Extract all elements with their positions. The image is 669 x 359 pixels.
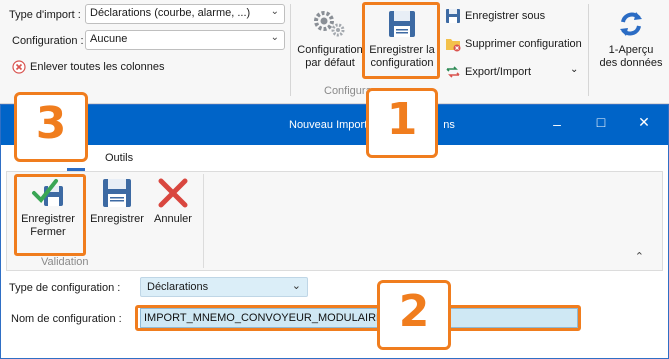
dialog-tabs: Outils	[1, 145, 668, 171]
preview-label-2: des données	[599, 57, 663, 69]
save-as-button[interactable]: Enregistrer sous	[445, 8, 545, 24]
callout-1: 1	[366, 88, 438, 158]
highlight-config-name	[135, 305, 581, 331]
divider	[588, 4, 589, 96]
cancel-x-icon	[158, 178, 188, 208]
dialog-ribbon: Enregistrer Fermer Enregistrer Annuler V…	[6, 171, 663, 271]
save-as-label: Enregistrer sous	[465, 10, 546, 22]
import-type-select[interactable]: Déclarations (courbe, alarme, ...) ⌄	[85, 4, 285, 24]
close-icon[interactable]: ✕	[635, 114, 653, 131]
highlight-save-close	[14, 174, 86, 256]
default-config-label-1: Configuration	[297, 44, 363, 56]
folder-delete-icon	[446, 39, 461, 52]
floppy-disk-icon	[103, 179, 131, 207]
config-name-label: Nom de configuration :	[11, 313, 122, 325]
import-type-value: Déclarations (courbe, alarme, ...)	[90, 7, 251, 19]
refresh-icon	[620, 12, 642, 36]
default-config-button[interactable]: Configuration par défaut	[294, 8, 366, 70]
configuration-select[interactable]: Aucune ⌄	[85, 30, 285, 50]
preview-label-1: 1-Aperçu	[608, 44, 654, 56]
chevron-down-icon: ⌄	[270, 32, 279, 43]
configuration-value: Aucune	[90, 33, 128, 45]
remove-icon	[12, 60, 26, 74]
config-type-select[interactable]: Déclarations ⌄	[140, 277, 308, 297]
divider	[290, 4, 291, 96]
maximize-icon[interactable]: □	[592, 114, 610, 130]
save-button[interactable]: Enregistrer	[88, 176, 146, 226]
preview-data-button[interactable]: 1-Aperçu des données	[596, 8, 666, 70]
callout-2: 2	[377, 280, 451, 350]
highlight-save-config	[362, 2, 440, 79]
chevron-down-icon: ⌄	[291, 280, 301, 292]
config-type-label: Type de configuration :	[9, 282, 121, 294]
floppy-disk-icon	[446, 9, 460, 23]
remove-columns-button[interactable]: Enlever toutes les colonnes	[12, 60, 165, 74]
validation-group-label: Validation	[41, 256, 89, 268]
gears-icon	[314, 11, 345, 37]
export-import-icon	[446, 66, 460, 78]
chevron-down-icon: ⌄	[270, 6, 279, 17]
default-config-label-2: par défaut	[305, 57, 355, 69]
tab-outils[interactable]: Outils	[105, 152, 133, 164]
divider	[203, 174, 204, 268]
callout-3: 3	[14, 92, 88, 162]
import-type-label: Type d'import :	[9, 9, 81, 21]
export-import-label: Export/Import	[465, 66, 532, 78]
cancel-label: Annuler	[154, 213, 192, 225]
export-import-button[interactable]: Export/Import	[445, 64, 531, 80]
cancel-button[interactable]: Annuler	[147, 176, 199, 226]
main-ribbon: Type d'import : Déclarations (courbe, al…	[0, 0, 669, 104]
chevron-down-icon[interactable]: ⌄	[570, 64, 578, 75]
collapse-ribbon-icon[interactable]: ⌃	[635, 250, 644, 263]
save-label: Enregistrer	[90, 213, 144, 225]
remove-columns-label: Enlever toutes les colonnes	[30, 61, 165, 73]
dialog-titlebar: Nouveau Import ns – □ ✕	[1, 105, 668, 145]
delete-config-button[interactable]: Supprimer configuration	[445, 36, 582, 52]
config-type-value: Déclarations	[147, 281, 209, 293]
minimize-icon[interactable]: –	[548, 116, 566, 132]
config-group-label: Configura	[324, 85, 372, 97]
configuration-label: Configuration :	[12, 35, 84, 47]
delete-config-label: Supprimer configuration	[465, 38, 582, 50]
